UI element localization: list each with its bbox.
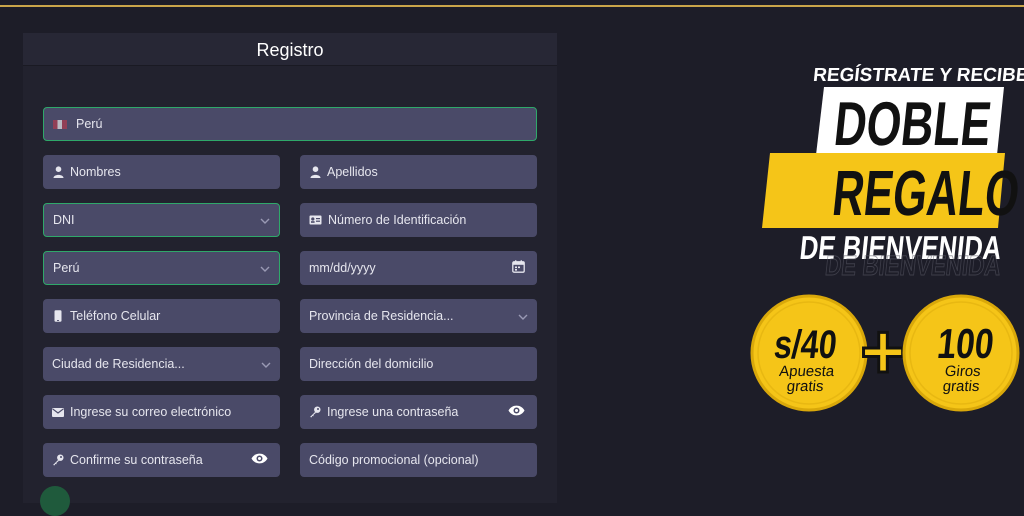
document-number-field[interactable]: Número de Identificación bbox=[300, 203, 537, 237]
page-title: Registro bbox=[256, 40, 324, 60]
mobile-phone-icon bbox=[52, 310, 64, 322]
registration-panel: Registro Perú Nombres Apellidos DNI Núme… bbox=[23, 33, 557, 503]
promo-code-placeholder: Código promocional (opcional) bbox=[309, 453, 479, 467]
envelope-icon bbox=[52, 406, 64, 418]
address-field[interactable]: Dirección del domicilio bbox=[300, 347, 537, 381]
country-field[interactable]: Perú bbox=[43, 107, 537, 141]
user-icon bbox=[309, 166, 321, 178]
birthdate-field[interactable]: mm/dd/yyyy bbox=[300, 251, 537, 285]
peru-flag-icon bbox=[53, 119, 67, 129]
city-select[interactable]: Ciudad de Residencia... bbox=[43, 347, 280, 381]
promo-line-welcome-echo: DE BIENVENIDA bbox=[824, 251, 1003, 282]
province-placeholder: Provincia de Residencia... bbox=[309, 309, 454, 323]
last-name-placeholder: Apellidos bbox=[327, 165, 378, 179]
city-placeholder: Ciudad de Residencia... bbox=[52, 357, 185, 371]
confirm-password-field[interactable]: Confirme su contraseña bbox=[43, 443, 280, 477]
document-type-value: DNI bbox=[53, 213, 75, 227]
partial-button[interactable] bbox=[40, 486, 70, 516]
document-type-select[interactable]: DNI bbox=[43, 203, 280, 237]
coin1-line2: gratis bbox=[786, 378, 824, 395]
promo-code-field[interactable]: Código promocional (opcional) bbox=[300, 443, 537, 477]
first-name-placeholder: Nombres bbox=[70, 165, 121, 179]
key-icon bbox=[52, 454, 64, 466]
key-icon bbox=[309, 406, 321, 418]
promo-line-gift: REGALO bbox=[829, 157, 1023, 229]
confirm-password-placeholder: Confirme su contraseña bbox=[70, 453, 203, 467]
welcome-bonus-banner: REGÍSTRATE Y RECIBE DOBLE REGALO DE BIEN… bbox=[750, 64, 1024, 412]
coin2-line2: gratis bbox=[942, 378, 980, 395]
chevron-down-icon bbox=[260, 213, 270, 227]
province-select[interactable]: Provincia de Residencia... bbox=[300, 299, 537, 333]
calendar-icon[interactable] bbox=[512, 260, 525, 276]
promo-plus: + bbox=[860, 307, 906, 395]
eye-icon[interactable] bbox=[508, 405, 525, 420]
last-name-field[interactable]: Apellidos bbox=[300, 155, 537, 189]
password-field[interactable]: Ingrese una contraseña bbox=[300, 395, 537, 429]
chevron-down-icon bbox=[260, 261, 270, 275]
phone-field[interactable]: Teléfono Celular bbox=[43, 299, 280, 333]
panel-header: Registro bbox=[23, 33, 557, 66]
user-icon bbox=[52, 166, 64, 178]
coin2-amount: 100 bbox=[935, 321, 996, 368]
birthdate-placeholder: mm/dd/yyyy bbox=[309, 261, 376, 275]
email-placeholder: Ingrese su correo electrónico bbox=[70, 405, 232, 419]
promo-line-double: DOBLE bbox=[831, 90, 994, 159]
promo-line-register: REGÍSTRATE Y RECIBE bbox=[812, 64, 1024, 86]
document-number-placeholder: Número de Identificación bbox=[328, 213, 467, 227]
chevron-down-icon bbox=[261, 357, 271, 371]
eye-icon[interactable] bbox=[251, 453, 268, 468]
phone-placeholder: Teléfono Celular bbox=[70, 309, 161, 323]
password-placeholder: Ingrese una contraseña bbox=[327, 405, 459, 419]
coin1-amount: s/40 bbox=[772, 322, 839, 367]
nationality-select[interactable]: Perú bbox=[43, 251, 280, 285]
id-card-icon bbox=[309, 214, 322, 226]
nationality-value: Perú bbox=[53, 261, 80, 275]
email-field[interactable]: Ingrese su correo electrónico bbox=[43, 395, 280, 429]
country-field-value: Perú bbox=[76, 117, 103, 131]
address-placeholder: Dirección del domicilio bbox=[309, 357, 434, 371]
top-accent-line bbox=[0, 5, 1024, 7]
chevron-down-icon bbox=[518, 309, 528, 323]
first-name-field[interactable]: Nombres bbox=[43, 155, 280, 189]
